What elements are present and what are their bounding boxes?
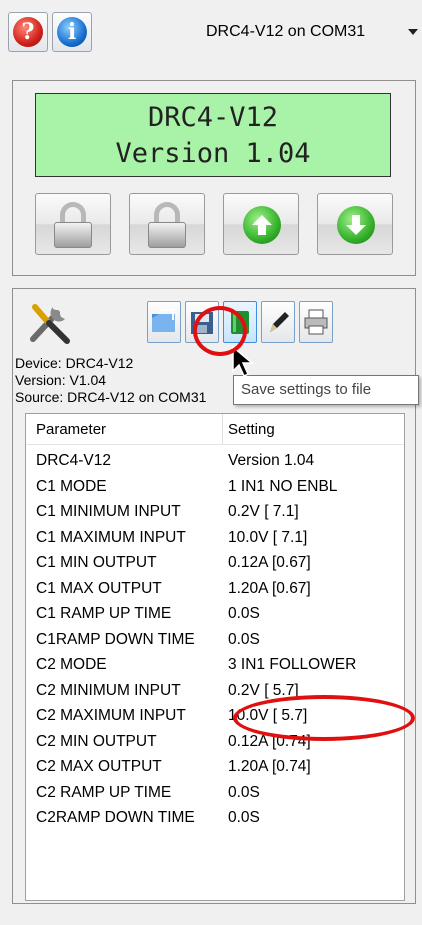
app-window: ? i DRC4-V12 on COM31 DRC4-V12 Version 1…	[0, 0, 422, 925]
setting-cell[interactable]: 10.0V [ 7.1]	[228, 529, 307, 547]
version-label: Version: V1.04	[15, 372, 107, 388]
parameter-cell: C1 MODE	[36, 477, 107, 495]
help-icon: ?	[13, 17, 43, 47]
upload-button[interactable]	[223, 193, 299, 255]
setting-cell[interactable]: 1.20A [0.74]	[228, 758, 311, 776]
table-row[interactable]: C1RAMP DOWN TIME 0.0S	[26, 629, 404, 654]
chevron-down-icon	[408, 29, 418, 35]
edit-button[interactable]	[261, 301, 295, 343]
lock-icon	[148, 202, 186, 248]
setting-cell[interactable]: 0.0S	[228, 605, 260, 623]
lock-button-2[interactable]	[129, 193, 205, 255]
table-row[interactable]: C2 RAMP UP TIME 0.0S	[26, 782, 404, 807]
table-row[interactable]: C1 MINIMUM INPUT 0.2V [ 7.1]	[26, 501, 404, 526]
device-select[interactable]: DRC4-V12 on COM31	[198, 16, 422, 48]
setting-cell[interactable]: 1.20A [0.67]	[228, 580, 311, 598]
parameter-cell: C1 MINIMUM INPUT	[36, 503, 181, 520]
arrow-down-icon	[337, 206, 375, 244]
setting-cell[interactable]: 0.0S	[228, 809, 260, 827]
info-button[interactable]: i	[52, 12, 92, 52]
tools-icon	[30, 304, 70, 344]
highlight-circle-save	[193, 306, 247, 356]
open-file-button[interactable]	[147, 301, 181, 343]
column-header-parameter[interactable]: Parameter	[36, 421, 106, 438]
download-button[interactable]	[317, 193, 393, 255]
parameter-cell: C2RAMP DOWN TIME	[36, 809, 195, 826]
source-label: Source: DRC4-V12 on COM31	[15, 389, 207, 405]
parameter-cell: C2 MIN OUTPUT	[36, 732, 157, 750]
lcd-line-2: Version 1.04	[115, 138, 311, 169]
settings-panel: Device: DRC4-V12 Version: V1.04 Source: …	[12, 288, 419, 904]
info-icon: i	[57, 17, 87, 47]
table-row[interactable]: C1 RAMP UP TIME 0.0S	[26, 603, 404, 628]
device-select-value: DRC4-V12 on COM31	[206, 23, 366, 40]
parameter-cell: C2 MINIMUM INPUT	[36, 681, 181, 699]
arrow-up-icon	[243, 206, 281, 244]
highlight-circle-c2-mode	[233, 695, 415, 741]
settings-table: Parameter Setting DRC4-V12 Version 1.04 C1…	[25, 413, 405, 901]
setting-cell[interactable]: 3 IN1 FOLLOWER	[228, 656, 356, 674]
save-tooltip: Save settings to file	[233, 375, 419, 405]
table-row[interactable]: C2RAMP DOWN TIME 0.0S	[26, 807, 404, 832]
parameter-cell: C1RAMP DOWN TIME	[36, 630, 195, 648]
table-row[interactable]: C1 MAXIMUM INPUT 10.0V [ 7.1]	[26, 527, 404, 552]
column-divider[interactable]	[222, 414, 223, 444]
setting-cell[interactable]: 0.0S	[228, 784, 260, 802]
device-label: Device: DRC4-V12	[15, 355, 134, 371]
parameter-cell: C2 MODE	[36, 656, 107, 673]
lock-icon	[54, 202, 92, 248]
setting-cell[interactable]: 0.12A [0.67]	[228, 554, 311, 572]
pencil-icon	[270, 312, 289, 332]
setting-cell[interactable]: Version 1.04	[228, 452, 314, 470]
setting-cell[interactable]: 0.0S	[228, 631, 260, 649]
setting-cell[interactable]: 1 IN1 NO ENBL	[228, 478, 337, 496]
lcd-line-1: DRC4-V12	[147, 102, 279, 133]
parameter-cell: C1 RAMP UP TIME	[36, 605, 172, 622]
parameter-cell: C1 MIN OUTPUT	[36, 554, 157, 571]
table-header: Parameter Setting	[26, 414, 404, 445]
table-row[interactable]: C2 MAX OUTPUT 1.20A [0.74]	[26, 756, 404, 781]
parameter-cell: C1 MAX OUTPUT	[36, 579, 162, 597]
setting-cell[interactable]: 0.2V [ 7.1]	[228, 503, 299, 521]
parameter-cell: C2 MAXIMUM INPUT	[36, 707, 186, 724]
table-row[interactable]: C1 MAX OUTPUT 1.20A [0.67]	[26, 578, 404, 603]
top-toolbar: ? i DRC4-V12 on COM31	[8, 8, 422, 66]
column-header-setting[interactable]: Setting	[228, 421, 275, 438]
print-button[interactable]	[299, 301, 333, 343]
parameter-cell: C2 RAMP UP TIME	[36, 783, 172, 801]
parameter-cell: C1 MAXIMUM INPUT	[36, 528, 186, 546]
open-folder-icon	[152, 309, 175, 332]
device-info: Device: DRC4-V12 Version: V1.04 Source: …	[15, 355, 206, 406]
lock-button-1[interactable]	[35, 193, 111, 255]
table-row[interactable]: DRC4-V12 Version 1.04	[26, 450, 404, 475]
device-panel: DRC4-V12 Version 1.04	[12, 80, 416, 276]
parameter-cell: DRC4-V12	[36, 452, 111, 469]
table-row[interactable]: C1 MIN OUTPUT 0.12A [0.67]	[26, 552, 404, 577]
table-row[interactable]: C2 MODE 3 IN1 FOLLOWER	[26, 654, 404, 679]
parameter-cell: C2 MAX OUTPUT	[36, 758, 162, 775]
help-button[interactable]: ?	[8, 12, 48, 52]
printer-icon	[304, 309, 328, 335]
lcd-display: DRC4-V12 Version 1.04	[35, 93, 391, 177]
table-row[interactable]: C1 MODE 1 IN1 NO ENBL	[26, 476, 404, 501]
